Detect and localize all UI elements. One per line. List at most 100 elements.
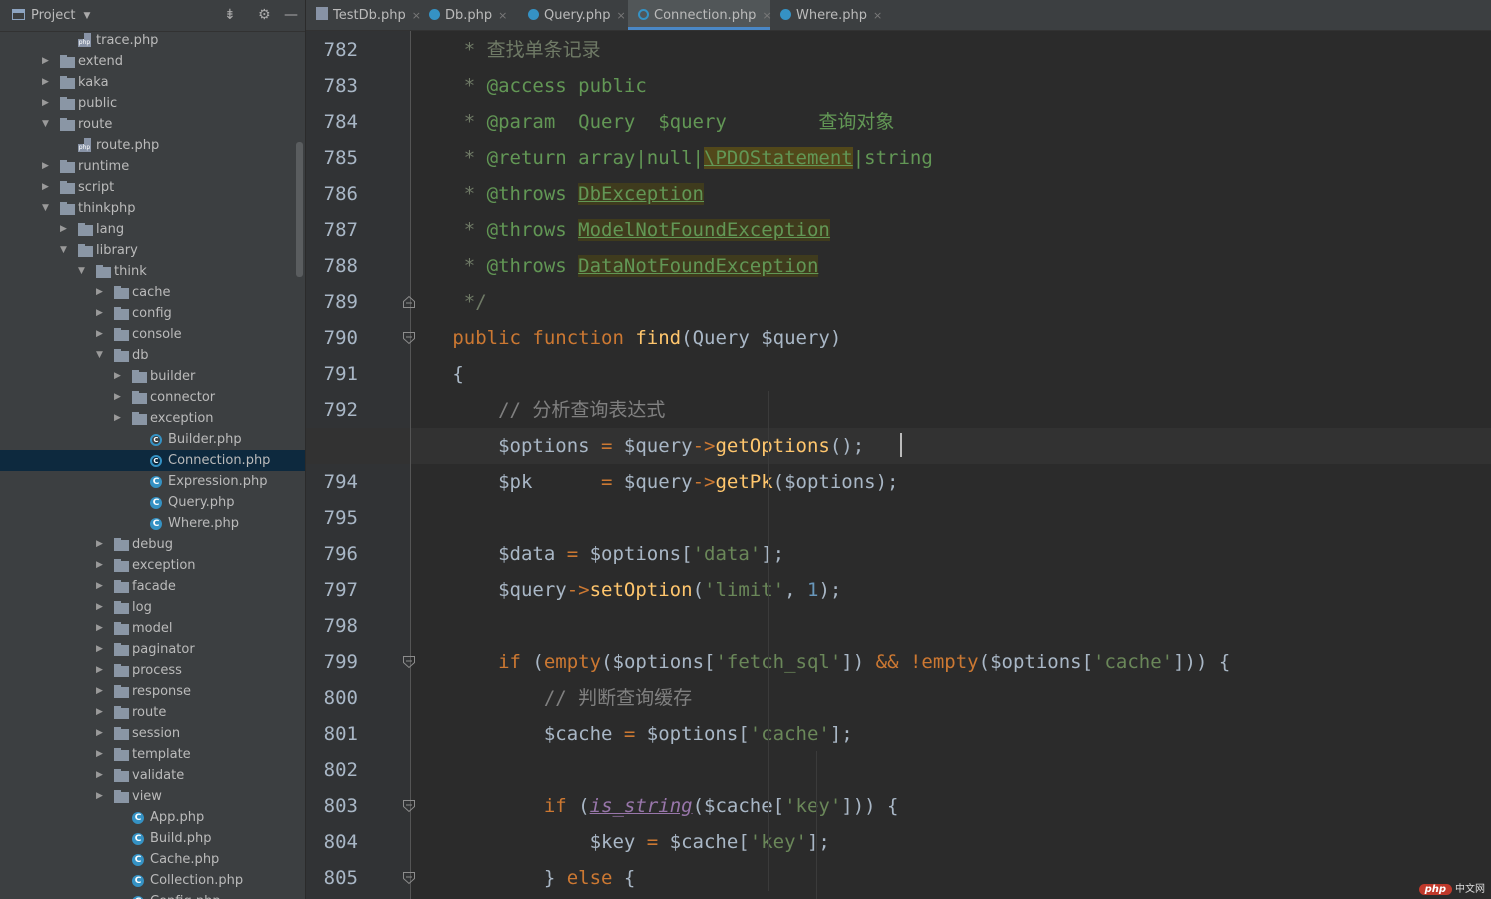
editor-tab[interactable]: Connection.php × — [628, 0, 772, 30]
tree-folder[interactable]: ▶ process — [0, 660, 305, 681]
code-line[interactable]: } else { — [418, 860, 636, 896]
tree-folder[interactable]: ▶ session — [0, 723, 305, 744]
fold-end-icon[interactable] — [402, 295, 416, 309]
tree-folder[interactable]: ▶ config — [0, 303, 305, 324]
tree-file[interactable]: C Where.php — [0, 513, 305, 534]
code-line[interactable]: // 判断查询缓存 — [418, 680, 692, 716]
tree-folder[interactable]: ▶ cache — [0, 282, 305, 303]
tree-folder[interactable]: ▼ think — [0, 261, 305, 282]
tree-folder[interactable]: ▶ log — [0, 597, 305, 618]
tree-folder[interactable]: ▶ runtime — [0, 156, 305, 177]
code-line[interactable]: public function find(Query $query) — [418, 320, 841, 356]
collapsed-arrow-icon[interactable]: ▶ — [96, 534, 106, 555]
collapsed-arrow-icon[interactable]: ▶ — [42, 177, 52, 198]
code-editor[interactable]: 7827837847857867877887897907917927937947… — [306, 31, 1491, 899]
tree-folder[interactable]: ▶ view — [0, 786, 305, 807]
tree-folder[interactable]: ▶ kaka — [0, 72, 305, 93]
expanded-arrow-icon[interactable]: ▼ — [78, 261, 88, 282]
collapsed-arrow-icon[interactable]: ▶ — [96, 660, 106, 681]
tree-folder[interactable]: ▶ connector — [0, 387, 305, 408]
tree-file[interactable]: C Build.php — [0, 828, 305, 849]
code-line[interactable]: $pk = $query->getPk($options); — [418, 464, 898, 500]
collapsed-arrow-icon[interactable]: ▶ — [96, 597, 106, 618]
expanded-arrow-icon[interactable]: ▼ — [42, 198, 52, 219]
editor-tab[interactable]: TestDb.php × — [306, 0, 421, 30]
hide-panel-icon[interactable]: — — [284, 7, 298, 23]
gear-icon[interactable]: ⚙ — [258, 7, 271, 23]
tree-folder[interactable]: ▼ thinkphp — [0, 198, 305, 219]
tree-file[interactable]: C Cache.php — [0, 849, 305, 870]
code-line[interactable]: // 分析查询表达式 — [418, 392, 665, 428]
tree-file[interactable]: C Builder.php — [0, 429, 305, 450]
close-tab-icon[interactable]: × — [873, 9, 882, 22]
collapsed-arrow-icon[interactable]: ▶ — [60, 219, 70, 240]
collapsed-arrow-icon[interactable]: ▶ — [42, 51, 52, 72]
tree-folder[interactable]: ▶ public — [0, 93, 305, 114]
code-line[interactable]: * @throws DbException — [418, 176, 705, 212]
code-line[interactable]: * @throws ModelNotFoundException — [418, 212, 830, 248]
tree-folder[interactable]: ▶ lang — [0, 219, 305, 240]
collapsed-arrow-icon[interactable]: ▶ — [96, 576, 106, 597]
code-line[interactable]: if (empty($options['fetch_sql']) && !emp… — [418, 644, 1230, 680]
code-line[interactable]: $data = $options['data']; — [418, 536, 784, 572]
expanded-arrow-icon[interactable]: ▼ — [60, 240, 70, 261]
fold-start-icon[interactable] — [402, 799, 416, 813]
tree-file[interactable]: php route.php — [0, 135, 305, 156]
collapsed-arrow-icon[interactable]: ▶ — [96, 618, 106, 639]
collapsed-arrow-icon[interactable]: ▶ — [96, 702, 106, 723]
tree-scrollbar[interactable] — [296, 142, 303, 277]
project-view-selector[interactable]: Project ▼ — [12, 8, 90, 23]
editor-tab[interactable]: Query.php × — [518, 0, 628, 30]
collapsed-arrow-icon[interactable]: ▶ — [96, 681, 106, 702]
fold-start-icon[interactable] — [402, 655, 416, 669]
fold-start-icon[interactable] — [402, 871, 416, 885]
collapsed-arrow-icon[interactable]: ▶ — [96, 303, 106, 324]
collapsed-arrow-icon[interactable]: ▶ — [114, 387, 124, 408]
code-line[interactable]: * 查找单条记录 — [418, 32, 601, 68]
collapsed-arrow-icon[interactable]: ▶ — [96, 744, 106, 765]
tree-folder[interactable]: ▶ paginator — [0, 639, 305, 660]
collapsed-arrow-icon[interactable]: ▶ — [114, 408, 124, 429]
tree-folder[interactable]: ▼ library — [0, 240, 305, 261]
tree-file[interactable]: php trace.php — [0, 30, 305, 51]
tree-folder[interactable]: ▶ route — [0, 702, 305, 723]
collapsed-arrow-icon[interactable]: ▶ — [96, 639, 106, 660]
tree-folder[interactable]: ▶ exception — [0, 408, 305, 429]
tree-file[interactable]: CConfig.php — [0, 891, 305, 899]
code-line[interactable]: if (is_string($cache['key'])) { — [418, 788, 899, 824]
tree-file[interactable]: C Query.php — [0, 492, 305, 513]
collapsed-arrow-icon[interactable]: ▶ — [96, 555, 106, 576]
expanded-arrow-icon[interactable]: ▼ — [42, 114, 52, 135]
collapsed-arrow-icon[interactable]: ▶ — [114, 366, 124, 387]
close-tab-icon[interactable]: × — [617, 9, 626, 22]
code-line[interactable]: * @access public — [418, 68, 647, 104]
tree-folder[interactable]: ▼ route — [0, 114, 305, 135]
fold-start-icon[interactable] — [402, 331, 416, 345]
tree-folder[interactable]: ▶ extend — [0, 51, 305, 72]
tree-folder[interactable]: ▶ validate — [0, 765, 305, 786]
tree-folder[interactable]: ▶ facade — [0, 576, 305, 597]
expanded-arrow-icon[interactable]: ▼ — [96, 345, 106, 366]
tree-file[interactable]: C Collection.php — [0, 870, 305, 891]
editor-tab[interactable]: Db.php × — [419, 0, 518, 30]
collapse-all-icon[interactable]: ⇟ — [224, 7, 236, 23]
code-line[interactable]: * @param Query $query 查询对象 — [418, 104, 895, 140]
tree-folder[interactable]: ▶ console — [0, 324, 305, 345]
code-line[interactable]: * @throws DataNotFoundException — [418, 248, 819, 284]
collapsed-arrow-icon[interactable]: ▶ — [42, 72, 52, 93]
tree-file[interactable]: C App.php — [0, 807, 305, 828]
collapsed-arrow-icon[interactable]: ▶ — [42, 93, 52, 114]
tree-folder[interactable]: ▶ response — [0, 681, 305, 702]
editor-tab[interactable]: Where.php × — [770, 0, 882, 30]
code-line[interactable]: $options = $query->getOptions(); — [418, 428, 864, 464]
tree-folder[interactable]: ▶ script — [0, 177, 305, 198]
tree-folder[interactable]: ▶ template — [0, 744, 305, 765]
tree-folder[interactable]: ▶ model — [0, 618, 305, 639]
collapsed-arrow-icon[interactable]: ▶ — [96, 324, 106, 345]
collapsed-arrow-icon[interactable]: ▶ — [42, 156, 52, 177]
collapsed-arrow-icon[interactable]: ▶ — [96, 723, 106, 744]
tree-folder[interactable]: ▶ exception — [0, 555, 305, 576]
close-tab-icon[interactable]: × — [498, 9, 507, 22]
code-line[interactable]: { — [418, 356, 463, 392]
collapsed-arrow-icon[interactable]: ▶ — [96, 786, 106, 807]
